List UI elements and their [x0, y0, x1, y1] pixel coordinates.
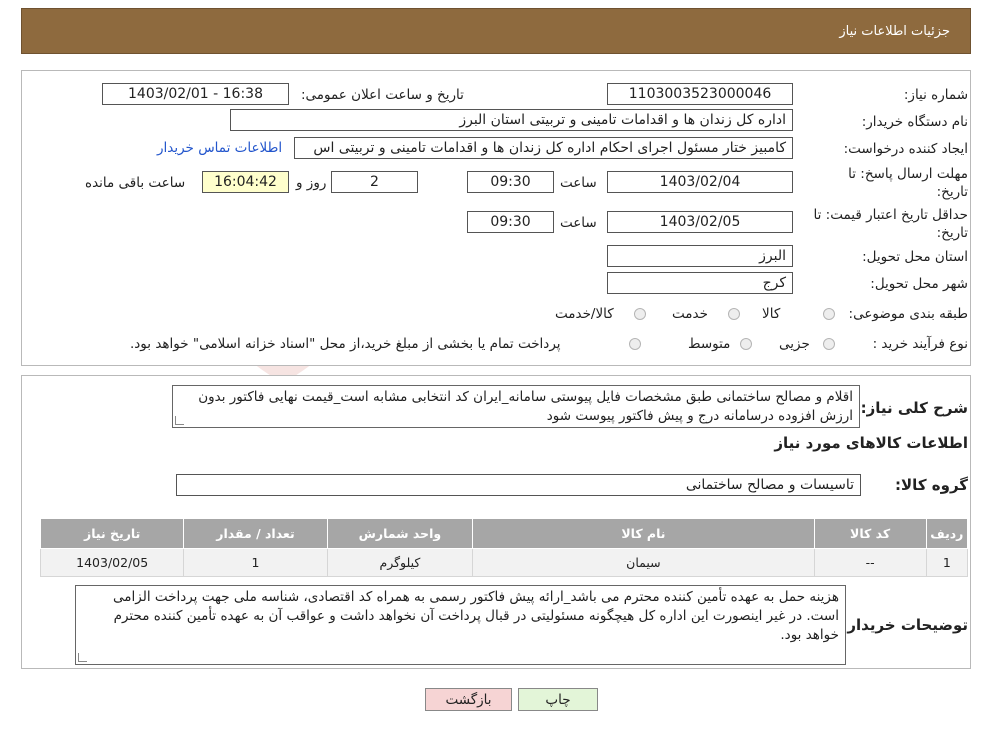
- process-minor-option: جزیی: [779, 336, 810, 352]
- cell-row-number: 1: [925, 548, 969, 577]
- category-label: طبقه بندی موضوعی:: [848, 306, 968, 322]
- col-header-quantity: تعداد / مقدار: [183, 518, 328, 549]
- cell-need-date: 1403/02/05: [39, 548, 185, 577]
- cell-item-code: --: [813, 548, 927, 577]
- deadline-label: مهلت ارسال پاسخ: تا: [848, 166, 968, 182]
- description-text: اقلام و مصالح ساختمانی طبق مشخصات فایل پ…: [198, 389, 853, 424]
- description-label: شرح کلی نیاز:: [860, 399, 968, 417]
- category-service-radio[interactable]: [728, 308, 740, 320]
- goods-group-label: گروه کالا:: [895, 476, 968, 494]
- buyer-contact-link[interactable]: اطلاعات تماس خریدار: [157, 140, 282, 156]
- col-header-need-date: تاریخ نیاز: [39, 518, 185, 549]
- col-header-row-number: ردیف: [925, 518, 969, 549]
- need-number-field: 1103003523000046: [607, 83, 793, 105]
- col-header-item-code: کد کالا: [813, 518, 927, 549]
- process-note: پرداخت تمام یا بخشی از مبلغ خرید،از محل …: [130, 336, 561, 352]
- cell-unit: کیلوگرم: [326, 548, 474, 577]
- remaining-time-field: 16:04:42: [202, 171, 289, 193]
- cell-quantity: 1: [183, 548, 328, 577]
- process-medium-option: متوسط: [688, 336, 731, 352]
- goods-table: ردیف کد کالا نام کالا واحد شمارش تعداد /…: [39, 518, 969, 577]
- process-medium-radio[interactable]: [740, 338, 752, 350]
- category-goods-option: کالا: [762, 306, 781, 322]
- announce-date-label: تاریخ و ساعت اعلان عمومی:: [301, 87, 464, 103]
- page-header: جزئیات اطلاعات نیاز: [21, 8, 971, 54]
- deadline-time-field: 09:30: [467, 171, 554, 193]
- price-validity-time-label: ساعت: [560, 215, 597, 231]
- resize-grip-icon: [78, 653, 87, 662]
- deadline-date-field: 1403/02/04: [607, 171, 793, 193]
- goods-table-wrapper: ردیف کد کالا نام کالا واحد شمارش تعداد /…: [39, 518, 969, 577]
- goods-group-field: تاسیسات و مصالح ساختمانی: [176, 474, 861, 496]
- purchase-process-label: نوع فرآیند خرید :: [872, 336, 968, 352]
- price-validity-time-field: 09:30: [467, 211, 554, 233]
- category-goods-service-option: کالا/خدمت: [555, 306, 614, 322]
- cell-item-name: سیمان: [472, 548, 815, 577]
- price-validity-label-date: تاریخ:: [936, 225, 968, 241]
- category-service-option: خدمت: [672, 306, 708, 322]
- delivery-province-field: البرز: [607, 245, 793, 267]
- buyer-org-label: نام دستگاه خریدار:: [861, 114, 968, 130]
- deadline-time-label: ساعت: [560, 175, 597, 191]
- remaining-days-field: 2: [331, 171, 418, 193]
- category-goods-service-radio[interactable]: [634, 308, 646, 320]
- days-label: روز و: [296, 175, 327, 191]
- table-row: 1 -- سیمان کیلوگرم 1 1403/02/05: [39, 548, 969, 577]
- page-title: جزئیات اطلاعات نیاز: [839, 23, 950, 39]
- process-treasury-checkbox[interactable]: [629, 338, 641, 350]
- remaining-time-label: ساعت باقی مانده: [85, 175, 186, 191]
- process-minor-radio[interactable]: [823, 338, 835, 350]
- request-creator-label: ایجاد کننده درخواست:: [843, 141, 968, 157]
- price-validity-label: حداقل تاریخ اعتبار قیمت: تا: [813, 207, 968, 223]
- goods-section-title: اطلاعات کالاهای مورد نیاز: [774, 434, 968, 452]
- description-textarea: اقلام و مصالح ساختمانی طبق مشخصات فایل پ…: [172, 385, 860, 428]
- col-header-unit: واحد شمارش: [326, 518, 474, 549]
- col-header-item-name: نام کالا: [472, 518, 815, 549]
- back-button[interactable]: بازگشت: [425, 688, 512, 711]
- request-creator-field: کامبیز ختار مسئول اجرای احکام اداره کل ز…: [294, 137, 793, 159]
- delivery-city-field: کرج: [607, 272, 793, 294]
- price-validity-date-field: 1403/02/05: [607, 211, 793, 233]
- buyer-notes-text: هزینه حمل به عهده تأمین کننده محترم می ب…: [113, 589, 839, 643]
- deadline-label-date: تاریخ:: [936, 184, 968, 200]
- delivery-city-label: شهر محل تحویل:: [870, 276, 968, 292]
- buyer-org-field: اداره کل زندان ها و اقدامات تامینی و ترب…: [230, 109, 793, 131]
- delivery-province-label: استان محل تحویل:: [862, 249, 968, 265]
- buyer-notes-label: توضیحات خریدار:: [841, 616, 968, 634]
- print-button[interactable]: چاپ: [518, 688, 598, 711]
- category-goods-radio[interactable]: [823, 308, 835, 320]
- table-header-row: ردیف کد کالا نام کالا واحد شمارش تعداد /…: [39, 518, 969, 549]
- need-number-label: شماره نیاز:: [903, 87, 968, 103]
- resize-grip-icon: [175, 416, 184, 425]
- announce-date-field: 1403/02/01 - 16:38: [102, 83, 289, 105]
- buyer-notes-textarea: هزینه حمل به عهده تأمین کننده محترم می ب…: [75, 585, 846, 665]
